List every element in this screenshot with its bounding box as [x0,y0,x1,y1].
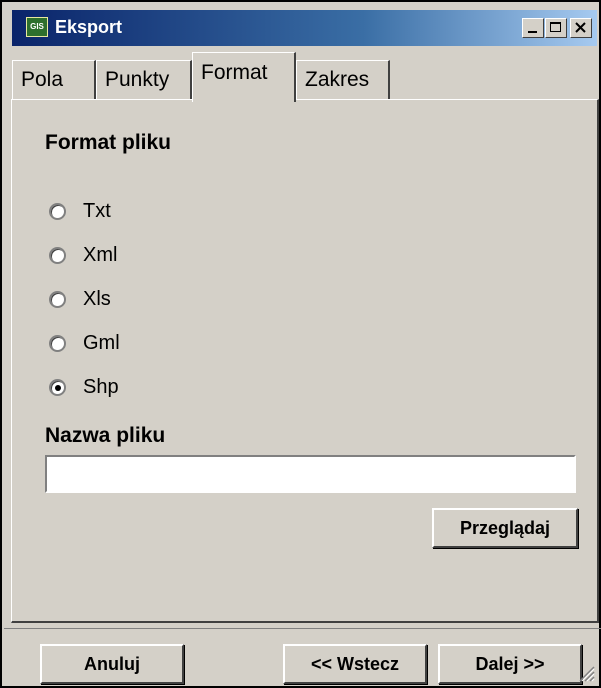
close-icon [575,22,586,33]
tab-label: Zakres [305,68,370,91]
browse-button[interactable]: Przeglądaj [432,508,578,548]
radio-button[interactable] [49,379,66,396]
radio-label: Shp [83,376,119,398]
radio-label: Xml [83,244,118,266]
tab-label: Format [201,61,268,84]
next-button[interactable]: Dalej >> [438,644,582,684]
filename-heading: Nazwa pliku [45,424,166,447]
minimize-icon [528,31,537,33]
back-button[interactable]: << Wstecz [283,644,427,684]
title-bar[interactable]: GIS Eksport [12,10,597,46]
maximize-button[interactable] [545,18,567,38]
app-logo-icon: GIS [26,17,48,37]
radio-button[interactable] [49,291,66,308]
export-dialog: GIS Eksport Pola Punkty Format Zakres Fo… [0,0,601,688]
radio-button[interactable] [49,203,66,220]
radio-label: Gml [83,332,120,354]
tab-strip: Pola Punkty Format Zakres [2,46,601,102]
radio-button[interactable] [49,247,66,264]
filename-input[interactable] [45,455,576,493]
minimize-button[interactable] [522,18,544,38]
tab-zakres[interactable]: Zakres [296,60,390,100]
tab-punkty[interactable]: Punkty [96,60,192,100]
close-button[interactable] [570,18,592,38]
resize-grip-icon[interactable] [577,664,595,682]
radio-label: Xls [83,288,111,310]
tab-label: Pola [21,68,64,91]
radio-label: Txt [83,200,111,222]
radio-button[interactable] [49,335,66,352]
tab-format[interactable]: Format [192,52,296,102]
footer-divider [4,628,601,629]
cancel-button[interactable]: Anuluj [40,644,184,684]
window-title: Eksport [55,17,123,37]
maximize-icon [550,22,561,32]
tab-label: Punkty [105,68,170,91]
tab-pola[interactable]: Pola [12,60,96,100]
format-heading: Format pliku [45,131,172,154]
